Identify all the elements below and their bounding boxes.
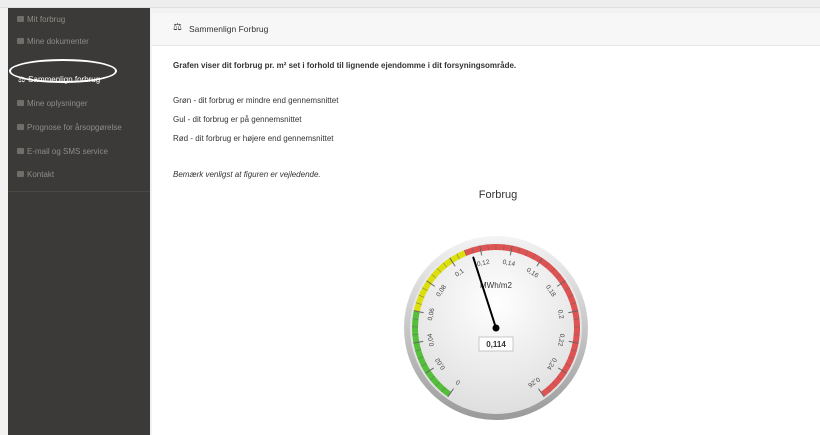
sidebar-item-prognose[interactable]: Prognose for årsopgørelse	[8, 116, 150, 138]
gauge-pivot	[492, 324, 500, 332]
top-bar	[0, 0, 820, 8]
sidebar-item-label: Mit forbrug	[27, 14, 66, 24]
sidebar-item-label: Mine dokumenter	[27, 36, 89, 46]
sidebar-divider	[8, 191, 150, 192]
sidebar-item-label: Mine oplysninger	[27, 98, 88, 108]
balance-scale-icon: ⚖	[173, 22, 182, 33]
legend-green-text: Grøn - dit forbrug er mindre end gennems…	[173, 96, 339, 105]
sidebar-item-kontakt[interactable]: Kontakt	[8, 163, 150, 185]
envelope-icon	[17, 148, 24, 154]
bar-chart-icon	[17, 16, 24, 22]
sidebar-item-label: Sammenlign forbrug	[28, 74, 101, 84]
sidebar-item-label: E-mail og SMS service	[27, 146, 108, 156]
sidebar: Mit forbrug Mine dokumenter ⚖ Sammenlign…	[8, 8, 150, 435]
chart-title: Forbrug	[478, 189, 518, 201]
sidebar-item-label: Kontakt	[27, 169, 55, 179]
sidebar-item-mit-forbrug[interactable]: Mit forbrug	[8, 8, 150, 30]
sidebar-item-email-sms[interactable]: E-mail og SMS service	[8, 140, 150, 162]
gauge-chart: 00,020,040,060,080,10,12 0,140,160,180,20…	[404, 236, 588, 420]
id-card-icon	[17, 100, 24, 106]
sidebar-item-sammenlign-forbrug[interactable]: ⚖ Sammenlign forbrug	[8, 68, 150, 90]
truck-icon	[17, 171, 24, 177]
document-icon	[17, 38, 24, 44]
legend-red-text: Rød - dit forbrug er højere end gennemsn…	[173, 134, 334, 143]
gauge-value-label: 0,114	[486, 340, 506, 349]
calculator-icon	[17, 124, 24, 130]
intro-text: Grafen viser dit forbrug pr. m² set i fo…	[173, 61, 517, 70]
sidebar-item-mine-oplysninger[interactable]: Mine oplysninger	[8, 92, 150, 114]
gauge-unit-label: MWh/m2	[480, 281, 513, 290]
main-panel: ⚖ Sammenlign Forbrug Grafen viser dit fo…	[152, 13, 820, 435]
panel-header: ⚖ Sammenlign Forbrug	[152, 13, 820, 46]
sidebar-item-mine-dokumenter[interactable]: Mine dokumenter	[8, 30, 150, 52]
panel-title: Sammenlign Forbrug	[189, 24, 269, 34]
legend-yellow-text: Gul - dit forbrug er på gennemsnittet	[173, 115, 302, 124]
disclaimer-note: Bemærk venligst at figuren er vejledende…	[173, 170, 321, 179]
balance-scale-icon: ⚖	[18, 74, 26, 84]
sidebar-item-label: Prognose for årsopgørelse	[27, 122, 122, 132]
